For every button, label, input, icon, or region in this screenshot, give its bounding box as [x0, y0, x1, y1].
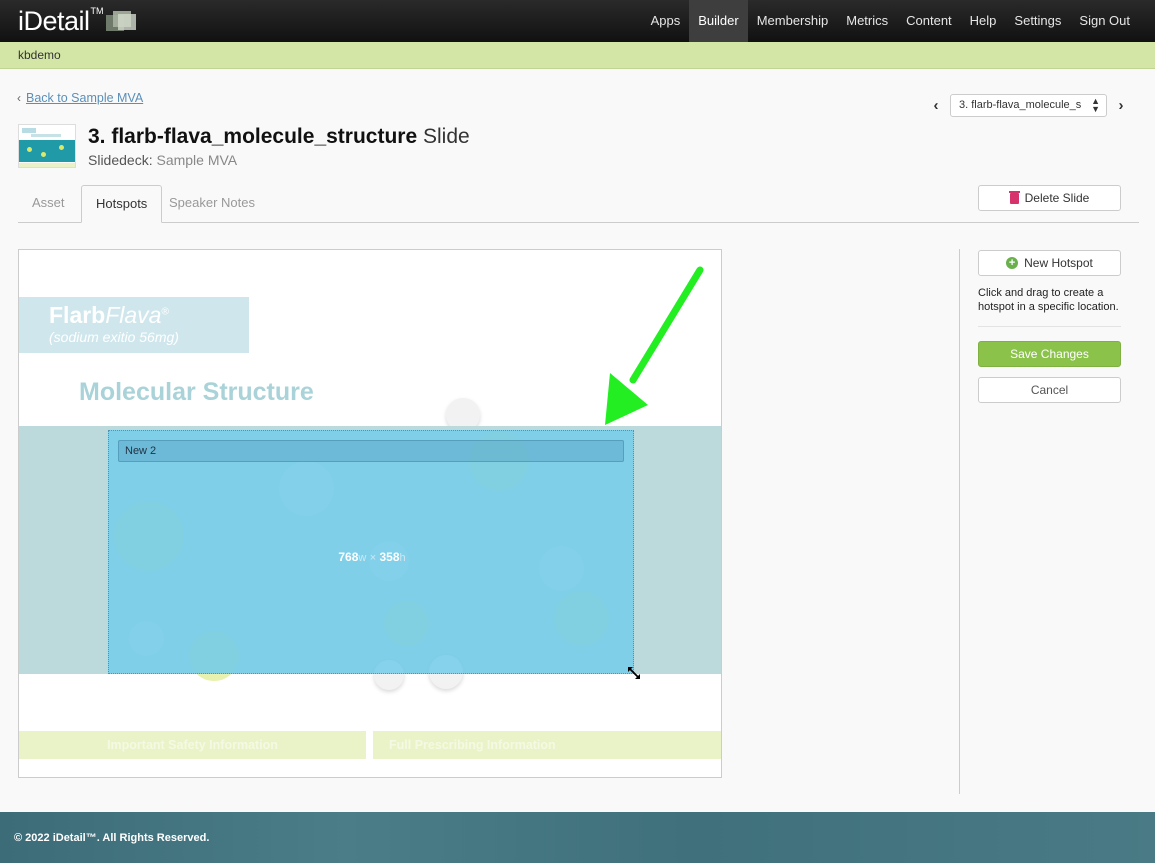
new-hotspot-button[interactable]: + New Hotspot [978, 250, 1121, 276]
nav-settings[interactable]: Settings [1005, 0, 1070, 42]
save-changes-button[interactable]: Save Changes [978, 341, 1121, 367]
slide-thumbnail [18, 124, 76, 168]
green-arrow-annotation [605, 266, 704, 425]
plus-circle-icon: + [1006, 257, 1019, 269]
resize-cursor-icon[interactable] [627, 666, 641, 680]
tab-hotspots[interactable]: Hotspots [81, 185, 163, 223]
slide-select[interactable]: 3. flarb-flava_molecule_s ▲ ▼ [950, 94, 1107, 117]
main-nav: Apps Builder Membership Metrics Content … [642, 0, 1139, 42]
brand-logo-box: FlarbFlava® (sodium exitio 56mg) [19, 297, 249, 353]
slide-navigator: ‹ 3. flarb-flava_molecule_s ▲ ▼ › [930, 94, 1127, 117]
nav-sign-out[interactable]: Sign Out [1070, 0, 1139, 42]
hotspot-name-field[interactable]: New 2 [118, 440, 624, 462]
next-slide-icon[interactable]: › [1115, 97, 1127, 114]
idetail-logo[interactable]: iDetail TM [18, 6, 136, 36]
cancel-button[interactable]: Cancel [978, 377, 1121, 403]
slidedeck-label: Slidedeck: [88, 152, 153, 168]
page-footer: © 2022 iDetail™. All Rights Reserved. [0, 812, 1155, 863]
delete-slide-label: Delete Slide [1024, 191, 1090, 205]
copyright-text: © 2022 iDetail™. All Rights Reserved. [14, 832, 210, 844]
nav-content[interactable]: Content [897, 0, 961, 42]
brand-subtitle: (sodium exitio 56mg) [49, 329, 179, 345]
nav-help[interactable]: Help [961, 0, 1006, 42]
back-to-deck-link[interactable]: Back to Sample MVA [26, 91, 143, 105]
org-name: kbdemo [18, 48, 61, 62]
nav-membership[interactable]: Membership [748, 0, 838, 42]
nav-apps[interactable]: Apps [642, 0, 690, 42]
org-bar: kbdemo [0, 42, 1155, 69]
logo-squares-icon [105, 10, 136, 32]
chevron-left-icon: ‹ [17, 91, 21, 105]
editor-tabs: Asset Hotspots Speaker Notes [18, 185, 1139, 223]
slide-select-value: 3. flarb-flava_molecule_s [959, 99, 1082, 111]
hotspot-region[interactable]: New 2 768w × 358h [108, 430, 634, 674]
full-prescribing-info: Full Prescribing Information [373, 731, 721, 759]
hotspot-dimensions: 768w × 358h [338, 550, 406, 564]
logo-text: iDetail [18, 5, 90, 36]
tab-asset[interactable]: Asset [18, 185, 79, 223]
delete-slide-button[interactable]: Delete Slide [978, 185, 1121, 211]
brand-logo: FlarbFlava® [49, 302, 169, 328]
select-updown-icon: ▲ ▼ [1088, 97, 1100, 114]
panel-divider [959, 249, 960, 794]
nav-builder[interactable]: Builder [689, 0, 748, 42]
slide-heading: Molecular Structure [79, 378, 314, 406]
tab-speaker-notes[interactable]: Speaker Notes [155, 185, 269, 223]
page-title: 3. flarb-flava_molecule_structure Slide [88, 125, 470, 149]
top-navbar: iDetail TM Apps Builder Membership Metri… [0, 0, 1155, 42]
hotspot-help-text: Click and drag to create a hotspot in a … [978, 287, 1119, 313]
slide-name: flarb-flava_molecule_structure [111, 125, 418, 148]
title-suffix: Slide [423, 125, 470, 148]
slide-number: 3. [88, 125, 106, 148]
trash-icon [1008, 190, 1020, 204]
slidedeck-subtitle: Slidedeck: Sample MVA [88, 152, 237, 168]
back-link-group: ‹ Back to Sample MVA [17, 91, 143, 105]
panel-separator [978, 326, 1121, 327]
new-hotspot-label: New Hotspot [1024, 256, 1093, 270]
slidedeck-name: Sample MVA [156, 152, 238, 168]
important-safety-info: Important Safety Information [19, 731, 366, 759]
previous-slide-icon[interactable]: ‹ [930, 97, 942, 114]
nav-metrics[interactable]: Metrics [837, 0, 897, 42]
logo-trademark: TM [90, 6, 104, 16]
